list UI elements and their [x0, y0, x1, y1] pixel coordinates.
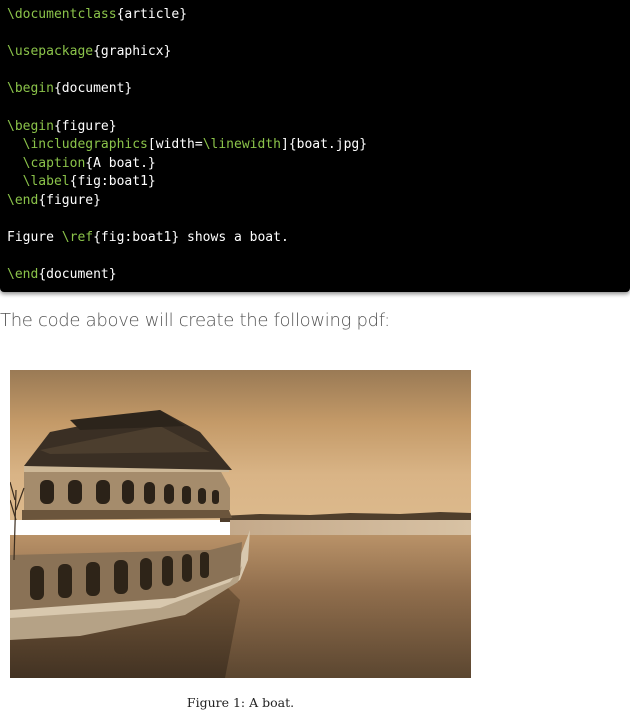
- latex-text: ]{boat.jpg}: [280, 137, 368, 153]
- latex-text: {figure}: [38, 192, 101, 208]
- code-line: \begin{document}: [7, 80, 630, 99]
- code-line: \usepackage{graphicx}: [7, 43, 630, 62]
- latex-command: \begin: [7, 81, 54, 97]
- intro-text: The code above will create the following…: [0, 310, 390, 331]
- latex-text: [7, 156, 23, 171]
- code-line: \documentclass{article}: [7, 6, 630, 25]
- code-line: \includegraphics[width=\linewidth]{boat.…: [7, 136, 630, 155]
- latex-text: {document}: [53, 81, 133, 97]
- latex-text: {A boat.}: [85, 155, 156, 171]
- latex-text: [7, 174, 23, 189]
- latex-command: \includegraphics: [22, 137, 148, 153]
- latex-text: {graphicx}: [93, 44, 172, 60]
- latex-text: {figure}: [53, 118, 117, 134]
- latex-text: {article}: [116, 7, 188, 22]
- latex-text: [width=: [147, 137, 203, 153]
- latex-text: {fig:boat1}: [69, 174, 156, 190]
- latex-command: \documentclass: [7, 7, 117, 22]
- latex-command: \usepackage: [7, 44, 94, 60]
- latex-text: {document}: [38, 267, 117, 283]
- code-line: Figure \ref{fig:boat1} shows a boat.: [7, 229, 630, 248]
- latex-command: \begin: [7, 118, 54, 134]
- code-line: \caption{A boat.}: [7, 155, 630, 174]
- latex-command: \ref: [61, 230, 94, 246]
- boat-photo: [10, 370, 471, 678]
- code-line: \end{document}: [7, 266, 630, 285]
- latex-text: Figure: [7, 230, 62, 246]
- figure-caption: Figure 1: A boat.: [186, 695, 295, 710]
- latex-command: \caption: [22, 155, 86, 171]
- latex-command: \end: [7, 192, 39, 208]
- code-line: \end{figure}: [7, 192, 630, 211]
- code-line: \label{fig:boat1}: [7, 173, 630, 192]
- latex-text: {fig:boat1} shows a boat.: [93, 230, 289, 246]
- latex-command: \label: [22, 174, 70, 190]
- code-line: \begin{figure}: [7, 118, 630, 137]
- latex-command: \end: [7, 267, 39, 283]
- latex-text: [7, 137, 23, 152]
- latex-command: \linewidth: [202, 137, 281, 153]
- latex-code-block: \documentclass{article} \usepackage{grap…: [0, 0, 630, 292]
